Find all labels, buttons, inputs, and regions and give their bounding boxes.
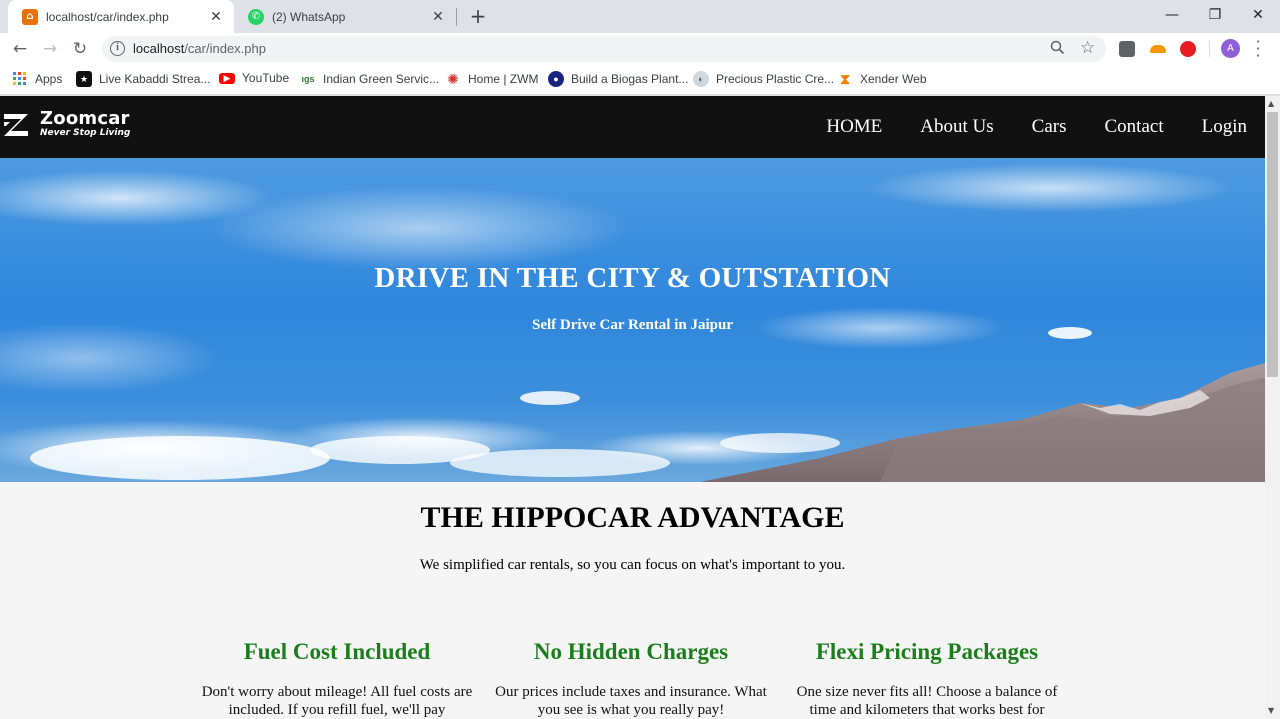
restore-icon[interactable]: ❐ bbox=[1193, 0, 1237, 30]
close-tab-icon[interactable]: ✕ bbox=[430, 9, 446, 25]
bookmark-star-icon[interactable]: ☆ bbox=[1080, 38, 1095, 58]
main-nav: HOME About Us Cars Contact Login bbox=[788, 116, 1247, 138]
hero-title: DRIVE IN THE CITY & OUTSTATION bbox=[374, 262, 891, 294]
forward-arrow-icon[interactable]: → bbox=[38, 37, 62, 61]
site-navbar: Zoomcar Never Stop Living HOME About Us … bbox=[0, 96, 1265, 158]
logo-tagline: Never Stop Living bbox=[40, 128, 131, 138]
site-info-icon[interactable]: i bbox=[110, 41, 125, 56]
new-tab-plus-icon[interactable]: + bbox=[466, 4, 490, 28]
nav-login[interactable]: Login bbox=[1202, 116, 1247, 138]
tab-whatsapp[interactable]: ✆ (2) WhatsApp ✕ bbox=[234, 0, 456, 33]
feature-text: One size never fits all! Choose a balanc… bbox=[796, 684, 1058, 718]
bookmark-apps[interactable]: Apps bbox=[12, 71, 62, 87]
minimize-icon[interactable]: — bbox=[1150, 0, 1194, 30]
bookmarks-bar: Apps ★ Live Kabaddi Strea... ▶ YouTube ı… bbox=[0, 64, 1280, 95]
zoomcar-logo[interactable]: Zoomcar Never Stop Living bbox=[2, 110, 130, 138]
hero-banner: DRIVE IN THE CITY & OUTSTATION Self Driv… bbox=[0, 158, 1265, 482]
bookmark-live-kabaddi[interactable]: ★ Live Kabaddi Strea... bbox=[76, 71, 210, 87]
page-scrollbar[interactable]: ▲ ▼ bbox=[1265, 96, 1280, 719]
zoomcar-z-icon bbox=[2, 110, 30, 138]
window-close-icon[interactable]: ✕ bbox=[1236, 0, 1280, 30]
feature-fuel-cost: Fuel Cost Included Don't worry about mil… bbox=[197, 639, 477, 719]
feature-text: Don't worry about mileage! All fuel cost… bbox=[201, 684, 473, 718]
page-viewport: Zoomcar Never Stop Living HOME About Us … bbox=[0, 96, 1265, 719]
bookmark-xender[interactable]: ⧗ Xender Web bbox=[837, 70, 926, 87]
biogas-icon: ● bbox=[548, 71, 564, 87]
tab-separator bbox=[456, 8, 457, 26]
whatsapp-favicon-icon: ✆ bbox=[248, 8, 264, 25]
toolbar-divider bbox=[1209, 41, 1210, 57]
scroll-up-arrow-icon[interactable]: ▲ bbox=[1268, 99, 1274, 108]
browser-toolbar: ← → ↻ i localhost/car/index.php ☆ A · · · bbox=[0, 33, 1280, 64]
nav-home[interactable]: HOME bbox=[826, 116, 882, 138]
nav-contact[interactable]: Contact bbox=[1105, 116, 1164, 138]
bookmark-zwm[interactable]: ✺ Home | ZWM bbox=[445, 71, 538, 87]
precious-plastic-icon: ◐ bbox=[693, 71, 709, 87]
url-text: localhost/car/index.php bbox=[133, 41, 266, 56]
scroll-down-arrow-icon[interactable]: ▼ bbox=[1268, 706, 1274, 715]
youtube-icon: ▶ bbox=[219, 72, 235, 84]
feature-title: No Hidden Charges bbox=[533, 639, 729, 664]
hero-subtitle: Self Drive Car Rental in Jaipur bbox=[532, 317, 733, 333]
back-arrow-icon[interactable]: ← bbox=[8, 37, 32, 61]
feature-flexi-pricing: Flexi Pricing Packages One size never fi… bbox=[787, 639, 1067, 719]
browser-tab-bar: ⌂ localhost/car/index.php ✕ ✆ (2) WhatsA… bbox=[0, 0, 1280, 33]
profile-avatar[interactable]: A bbox=[1221, 39, 1240, 58]
xampp-favicon-icon: ⌂ bbox=[22, 8, 38, 25]
feature-no-hidden-charges: No Hidden Charges Our prices include tax… bbox=[491, 639, 771, 719]
menu-kebab-icon[interactable]: · · · bbox=[1252, 34, 1264, 64]
tab-title: (2) WhatsApp bbox=[272, 9, 346, 24]
bookmark-biogas[interactable]: ● Build a Biogas Plant... bbox=[548, 71, 688, 87]
feature-text: Our prices include taxes and insurance. … bbox=[495, 684, 767, 718]
cloud-extension-icon[interactable] bbox=[1150, 45, 1166, 53]
tab-localhost[interactable]: ⌂ localhost/car/index.php ✕ bbox=[8, 0, 234, 33]
bookmark-indian-green[interactable]: ıgs Indian Green Servic... bbox=[300, 71, 439, 87]
igs-icon: ıgs bbox=[301, 74, 315, 84]
advantage-subtitle: We simplified car rentals, so you can fo… bbox=[419, 557, 846, 573]
bookmark-precious-plastic[interactable]: ◐ Precious Plastic Cre... bbox=[693, 71, 834, 87]
nav-about-us[interactable]: About Us bbox=[920, 116, 993, 138]
reload-icon[interactable]: ↻ bbox=[68, 37, 92, 61]
kabaddi-icon: ★ bbox=[76, 71, 92, 87]
scrollbar-thumb[interactable] bbox=[1267, 112, 1278, 377]
zoom-search-icon[interactable] bbox=[1050, 40, 1065, 59]
logo-name: Zoomcar bbox=[40, 108, 130, 129]
opera-icon[interactable] bbox=[1180, 41, 1196, 57]
close-tab-icon[interactable]: ✕ bbox=[208, 9, 224, 25]
nav-cars[interactable]: Cars bbox=[1032, 116, 1067, 138]
address-bar[interactable]: i localhost/car/index.php ☆ bbox=[102, 36, 1106, 62]
advantage-heading: THE HIPPOCAR ADVANTAGE bbox=[420, 501, 845, 534]
xender-icon: ⧗ bbox=[840, 70, 850, 87]
bookmark-youtube[interactable]: ▶ YouTube bbox=[219, 71, 289, 85]
feature-title: Flexi Pricing Packages bbox=[815, 639, 1039, 664]
extension-icon[interactable] bbox=[1119, 41, 1135, 57]
tab-title: localhost/car/index.php bbox=[46, 9, 169, 24]
apps-grid-icon bbox=[12, 71, 28, 87]
zwm-icon: ✺ bbox=[447, 70, 459, 87]
feature-title: Fuel Cost Included bbox=[243, 639, 431, 664]
